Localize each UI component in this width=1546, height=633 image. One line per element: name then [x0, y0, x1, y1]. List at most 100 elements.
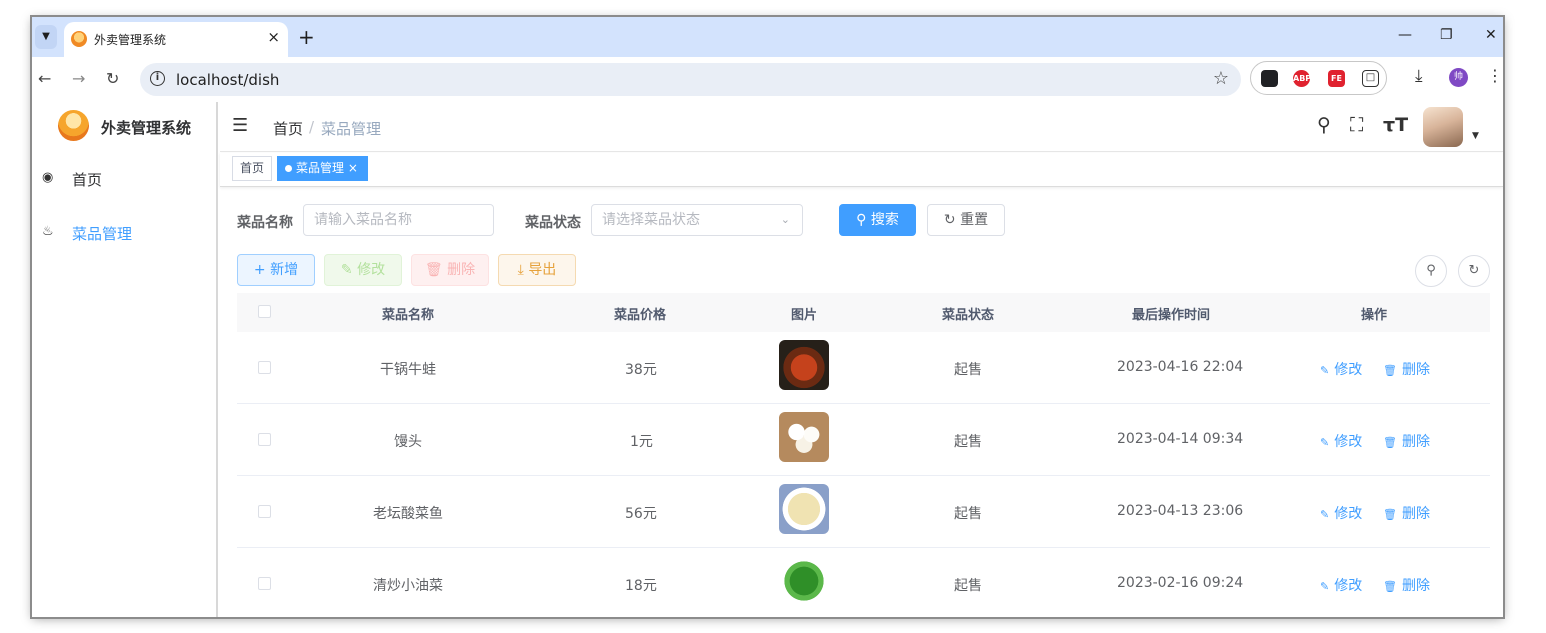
browser-menu-icon[interactable]: ⋮	[1487, 66, 1503, 85]
header-search-icon[interactable]: ⚲	[1317, 114, 1331, 136]
new-tab-button[interactable]: +	[298, 25, 315, 49]
extensions-group: ABP FE □	[1250, 61, 1387, 95]
search-button[interactable]: ⚲ 搜索	[839, 204, 916, 236]
column-header: 菜品价格	[614, 308, 667, 323]
forward-icon[interactable]: →	[72, 69, 85, 88]
dish-name-label: 菜品名称	[237, 215, 293, 231]
tab-close-button[interactable]: ×	[267, 28, 280, 46]
tag-home[interactable]: 首页	[232, 156, 272, 181]
edit-icon: ✎	[340, 262, 358, 278]
select-placeholder: 请选择菜品状态	[602, 212, 700, 228]
row-edit-link[interactable]: ✎ 修改	[1320, 359, 1362, 379]
toggle-search-button[interactable]: ⚲	[1415, 255, 1447, 287]
sidebar-item-label: 菜品管理	[72, 225, 133, 243]
favicon-icon	[71, 31, 87, 47]
fullscreen-icon[interactable]: ⛶	[1350, 114, 1363, 136]
table-row: 馒头 1元 起售 2023-04-14 09:34 ✎ 修改 🗑 删除	[237, 404, 1490, 476]
collapse-menu-icon[interactable]: ☰	[232, 115, 248, 136]
brand-logo	[58, 110, 89, 141]
dish-status-select[interactable]: 请选择菜品状态 ⌄	[591, 204, 803, 236]
trash-icon: 🗑	[1383, 508, 1397, 521]
dashboard-icon: ◉	[42, 170, 54, 185]
sidebar-item-home[interactable]: ◉ 首页	[32, 157, 218, 201]
search-button-label: 搜索	[870, 212, 899, 228]
row-checkbox[interactable]	[258, 433, 271, 446]
sidebar: 外卖管理系统 ◉ 首页 ♨ 菜品管理	[32, 102, 218, 617]
delete-button-label: 删除	[447, 262, 476, 278]
breadcrumb-home[interactable]: 首页	[273, 118, 303, 139]
select-all-checkbox[interactable]	[258, 305, 271, 318]
app-header: ☰ 首页 / 菜品管理 ⚲ ⛶ τT ▼	[220, 102, 1503, 152]
row-edit-link[interactable]: ✎ 修改	[1320, 431, 1362, 451]
url-text: localhost/dish	[176, 71, 280, 89]
dish-price-cell: 38元	[625, 362, 657, 378]
download-icon[interactable]: ⤓	[1415, 66, 1423, 86]
refresh-icon: ↻	[1468, 263, 1480, 278]
extensions-puzzle-icon[interactable]: □	[1362, 70, 1379, 87]
tag-close-icon[interactable]: ×	[348, 161, 358, 175]
add-button-label: 新增	[270, 262, 299, 278]
row-delete-link[interactable]: 🗑 删除	[1383, 359, 1430, 379]
profile-avatar[interactable]: 帅	[1449, 68, 1468, 87]
back-icon[interactable]: ←	[38, 69, 51, 88]
dish-status-cell: 起售	[954, 506, 982, 522]
row-edit-link[interactable]: ✎ 修改	[1320, 503, 1362, 523]
user-avatar[interactable]	[1423, 107, 1463, 147]
row-delete-link[interactable]: 🗑 删除	[1383, 431, 1430, 451]
tab-search-button[interactable]: ▼	[35, 25, 57, 49]
dish-image[interactable]	[779, 340, 829, 390]
chevron-down-icon[interactable]: ▼	[1472, 131, 1479, 141]
sidebar-item-dish[interactable]: ♨ 菜品管理	[32, 211, 218, 255]
column-header: 菜品名称	[382, 308, 435, 323]
dish-price-cell: 1元	[630, 434, 653, 450]
dish-icon: ♨	[42, 224, 54, 239]
row-checkbox[interactable]	[258, 577, 271, 590]
updated-time-cell: 2023-04-16 22:04	[1117, 359, 1244, 375]
screen: ▼ 外卖管理系统 × + — ❐ ✕ ← → ↻ i localhost/dis…	[0, 0, 1546, 633]
row-delete-link[interactable]: 🗑 删除	[1383, 575, 1430, 595]
dish-name-input[interactable]: 请输入菜品名称	[303, 204, 494, 236]
browser-tab[interactable]: 外卖管理系统 ×	[64, 22, 288, 57]
close-window-button[interactable]: ✕	[1485, 27, 1497, 43]
reset-button[interactable]: ↻ 重置	[927, 204, 1005, 236]
dish-name-cell: 老坛酸菜鱼	[373, 506, 443, 522]
reload-icon[interactable]: ↻	[106, 69, 119, 88]
bookmark-star-icon[interactable]: ☆	[1213, 68, 1229, 89]
dish-image[interactable]	[779, 556, 829, 606]
dish-image[interactable]	[779, 412, 829, 462]
trash-icon: 🗑	[1383, 364, 1397, 377]
edit-button[interactable]: ✎ 修改	[324, 254, 402, 286]
dish-status-label: 菜品状态	[525, 215, 581, 231]
row-checkbox[interactable]	[258, 505, 271, 518]
restore-button[interactable]: ❐	[1440, 27, 1453, 43]
font-size-icon[interactable]: τT	[1383, 114, 1408, 136]
edit-icon: ✎	[1320, 580, 1330, 593]
export-button-label: 导出	[528, 262, 557, 278]
breadcrumb-separator: /	[309, 118, 315, 136]
delete-button[interactable]: 🗑 删除	[411, 254, 489, 286]
table-row: 老坛酸菜鱼 56元 起售 2023-04-13 23:06 ✎ 修改 🗑 删除	[237, 476, 1490, 548]
refresh-table-button[interactable]: ↻	[1458, 255, 1490, 287]
dish-price-cell: 56元	[625, 506, 657, 522]
table-row: 干锅牛蛙 38元 起售 2023-04-16 22:04 ✎ 修改 🗑 删除	[237, 332, 1490, 404]
dish-name-cell: 清炒小油菜	[373, 578, 443, 594]
search-icon: ⚲	[1426, 263, 1436, 278]
fe-helper-icon[interactable]: FE	[1328, 70, 1345, 87]
row-checkbox[interactable]	[258, 361, 271, 374]
export-button[interactable]: ⤓ 导出	[498, 254, 576, 286]
browser-window: ▼ 外卖管理系统 × + — ❐ ✕ ← → ↻ i localhost/dis…	[32, 17, 1503, 617]
tag-dish-management[interactable]: 菜品管理 ×	[277, 156, 368, 181]
dish-image[interactable]	[779, 484, 829, 534]
tabs-extension-icon[interactable]	[1261, 70, 1278, 87]
search-icon: ⚲	[856, 212, 871, 228]
row-edit-link[interactable]: ✎ 修改	[1320, 575, 1362, 595]
minimize-button[interactable]: —	[1398, 27, 1412, 43]
site-info-icon[interactable]: i	[150, 71, 165, 86]
address-bar[interactable]: i localhost/dish ☆	[140, 63, 1241, 96]
table-row: 清炒小油菜 18元 起售 2023-02-16 09:24 ✎ 修改 🗑 删除	[237, 548, 1490, 617]
refresh-icon: ↻	[943, 212, 961, 228]
row-delete-link[interactable]: 🗑 删除	[1383, 503, 1430, 523]
adblock-plus-icon[interactable]: ABP	[1293, 70, 1311, 87]
add-button[interactable]: + 新增	[237, 254, 315, 286]
dish-name-cell: 干锅牛蛙	[380, 362, 436, 378]
